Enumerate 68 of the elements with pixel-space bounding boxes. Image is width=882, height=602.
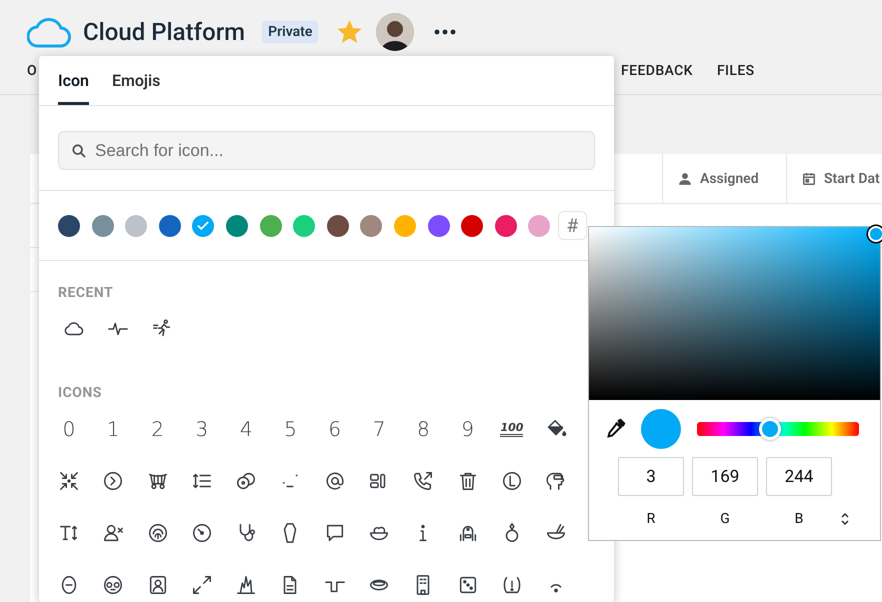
discs-icon[interactable] (235, 470, 258, 492)
column-header[interactable]: Start Dat (824, 170, 880, 186)
channel-input[interactable]: 244 (766, 457, 832, 496)
star-icon[interactable] (337, 20, 362, 44)
calendar-icon (802, 172, 816, 186)
digit-icon[interactable]: 2 (151, 418, 164, 440)
nav-tab[interactable]: O (27, 63, 38, 79)
person-icon (678, 172, 692, 186)
channel-label: R (646, 511, 656, 527)
digit-icon[interactable]: 5 (284, 418, 297, 440)
digit-icon[interactable]: 9 (461, 418, 474, 440)
search-icon (71, 143, 87, 159)
arrows-inward-icon[interactable] (58, 470, 80, 492)
digit-icon[interactable]: 7 (372, 418, 386, 440)
up-down-icon[interactable] (840, 512, 850, 526)
color-swatch[interactable] (158, 214, 181, 236)
nav-tab[interactable]: FILES (716, 63, 755, 79)
digit-icon[interactable]: 6 (328, 418, 342, 440)
section-title: ICONS (58, 385, 103, 401)
user-remove-icon[interactable] (102, 522, 124, 544)
face-icon[interactable] (102, 574, 124, 596)
color-swatch[interactable] (92, 214, 114, 236)
section-title: RECENT (58, 285, 114, 301)
circle-letter-icon[interactable] (500, 470, 523, 492)
phone-outgoing-icon[interactable] (412, 470, 434, 492)
gauge-icon[interactable] (190, 522, 213, 544)
digit-icon[interactable]: 1 (106, 418, 120, 440)
color-swatch[interactable] (125, 214, 148, 236)
color-preview (641, 408, 681, 448)
cloud-icon (27, 16, 71, 48)
color-swatch[interactable] (58, 214, 80, 236)
channel-label: B (794, 511, 804, 527)
digit-icon[interactable]: 3 (196, 418, 208, 440)
at-sign-icon[interactable] (324, 470, 346, 492)
color-swatch[interactable] (260, 214, 282, 236)
project-title: Cloud Platform (83, 18, 246, 46)
more-icon[interactable] (434, 29, 456, 35)
custom-color-button[interactable]: # (558, 211, 587, 240)
channel-label: G (720, 511, 730, 527)
search-field[interactable]: Search for icon... (58, 131, 595, 170)
private-badge: Private (262, 21, 318, 43)
picker-tab[interactable]: Emojis (112, 56, 160, 105)
digit-icon[interactable]: 8 (417, 418, 430, 440)
color-swatch[interactable] (461, 214, 484, 236)
color-swatch[interactable] (293, 214, 316, 236)
digit-icon[interactable]: 4 (240, 418, 253, 440)
explosion-icon[interactable] (235, 574, 258, 596)
color-swatch[interactable] (494, 214, 517, 236)
color-gradient[interactable] (589, 227, 880, 400)
avatar[interactable] (376, 13, 414, 51)
channel-input[interactable]: 3 (618, 457, 684, 496)
color-swatch[interactable] (528, 214, 550, 236)
channel-input[interactable]: 169 (692, 457, 758, 496)
color-swatch[interactable] (394, 214, 416, 236)
color-swatch[interactable] (192, 214, 214, 236)
color-swatch[interactable] (326, 214, 349, 236)
expand-icon[interactable] (190, 574, 213, 596)
color-swatch[interactable] (360, 214, 382, 236)
column-header[interactable]: Assigned (700, 170, 759, 186)
picker-tab[interactable]: Icon (58, 56, 89, 105)
chevron-circle-icon[interactable] (102, 470, 124, 492)
tire-alert-icon[interactable] (500, 574, 523, 596)
color-swatch[interactable] (226, 214, 248, 236)
fingerprint-icon[interactable] (146, 522, 169, 544)
color-swatch[interactable] (428, 214, 450, 236)
color-thumb[interactable] (868, 226, 882, 242)
digit-icon[interactable]: 0 (62, 418, 76, 440)
nav-tab[interactable]: FEEDBACK (621, 63, 693, 79)
